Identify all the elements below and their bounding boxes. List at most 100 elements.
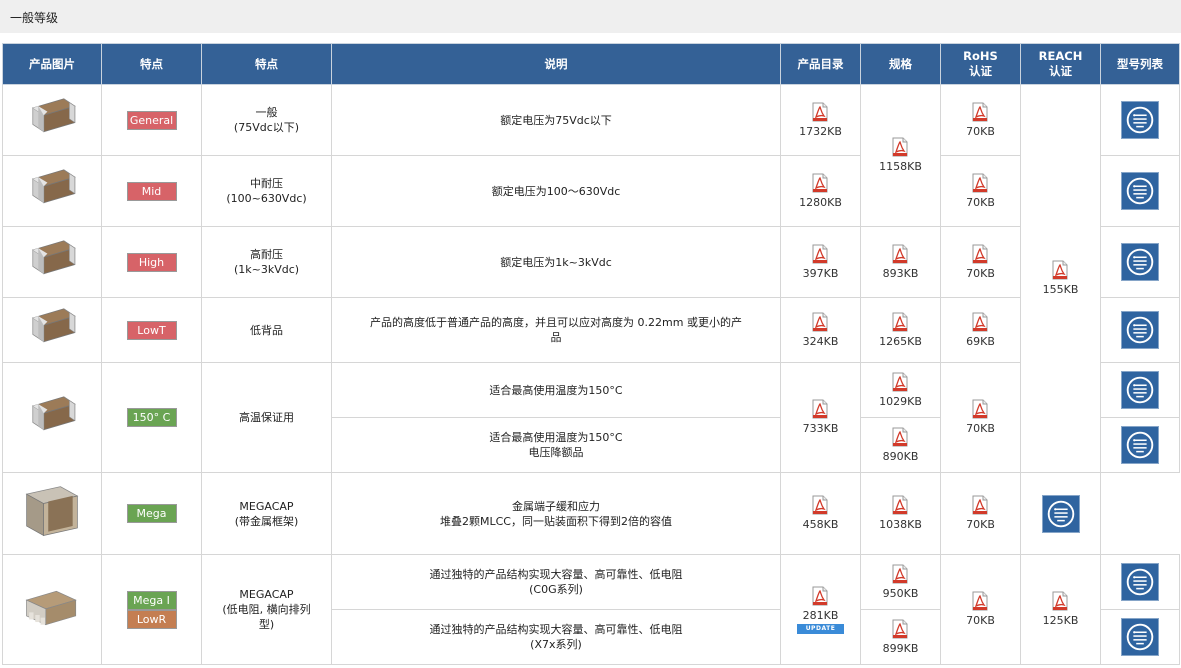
rohs-pdf-link[interactable]: 70KB: [966, 591, 995, 628]
part-number-list-icon: [1122, 564, 1158, 600]
description-cell: 产品的高度低于普通产品的高度，并且可以应对高度为 0.22mm 或更小的产品: [331, 297, 781, 363]
spec-pdf-link[interactable]: 890KB: [883, 427, 919, 464]
pdf-file-icon: [879, 312, 922, 332]
capacitor-product-image: [3, 95, 101, 145]
description-cell: 通过独特的产品结构实现大容量、高可靠性、低电阻 (X7x系列): [331, 609, 781, 665]
product-image-cell: [2, 84, 102, 156]
pdf-file-icon: [879, 372, 922, 392]
rohs-pdf-link[interactable]: 70KB: [966, 173, 995, 210]
spec-pdf-link[interactable]: 899KB: [883, 619, 918, 656]
spec-pdf-link[interactable]: 1265KB: [879, 312, 922, 349]
feature-text: 高温保证用: [201, 362, 332, 473]
feature-badge: Mega I: [126, 590, 177, 610]
part-list-button[interactable]: [1121, 311, 1159, 349]
part-number-list-icon: [1122, 619, 1158, 655]
pdf-file-icon: [966, 399, 995, 419]
description-cell: 适合最高使用温度为150°C: [331, 362, 781, 418]
pdf-file-icon: [966, 173, 995, 193]
part-number-list-icon: [1122, 372, 1158, 408]
description-cell: 额定电压为1k~3kVdc: [331, 226, 781, 298]
part-number-list-icon: [1043, 496, 1079, 532]
reach-pdf-link[interactable]: 155KB: [1043, 260, 1079, 297]
part-number-list-icon: [1122, 427, 1158, 463]
pdf-file-icon: [1043, 591, 1079, 611]
spec-pdf-link[interactable]: 893KB: [883, 244, 919, 281]
reach-pdf-link[interactable]: 125KB: [1043, 591, 1079, 628]
pdf-file-icon: [803, 312, 839, 332]
header-reach: REACH 认证: [1020, 43, 1101, 85]
catalog-pdf-link[interactable]: 458KB: [803, 495, 839, 532]
product-table: 产品图片 特点 特点 说明 产品目录 规格 RoHS 认证 REACH 认证 型号列…: [2, 43, 1180, 665]
capacitor-product-image: [3, 481, 101, 547]
capacitor-product-image: [3, 237, 101, 287]
pdf-file-icon: [1043, 260, 1079, 280]
pdf-file-icon: [799, 173, 842, 193]
part-list-button[interactable]: [1121, 243, 1159, 281]
header-rohs: RoHS 认证: [940, 43, 1021, 85]
part-list-button[interactable]: [1121, 101, 1159, 139]
part-number-list-icon: [1122, 312, 1158, 348]
feature-badge: High: [126, 252, 177, 272]
spec-pdf-link[interactable]: 1038KB: [879, 495, 922, 532]
spec-pdf-link[interactable]: 1158KB: [879, 137, 922, 174]
capacitor-product-image: [3, 305, 101, 355]
feature-badge-lowr: LowR: [126, 609, 177, 629]
feature-badge: Mega: [126, 504, 177, 523]
capacitor-product-image: [3, 393, 101, 443]
pdf-file-icon: [966, 591, 995, 611]
part-number-list-icon: [1122, 244, 1158, 280]
pdf-file-icon: [966, 244, 995, 264]
catalog-pdf-link[interactable]: 733KB: [803, 399, 838, 436]
pdf-file-icon: [879, 137, 922, 157]
pdf-file-icon: [883, 244, 919, 264]
catalog-pdf-link[interactable]: 281KB: [803, 586, 838, 623]
product-image-cell: [2, 155, 102, 227]
catalog-pdf-link[interactable]: 1732KB: [799, 102, 842, 139]
catalog-pdf-link[interactable]: 324KB: [803, 312, 839, 349]
pdf-file-icon: [879, 495, 922, 515]
capacitor-product-image: [3, 166, 101, 216]
header-list: 型号列表: [1100, 43, 1180, 85]
table-row: Mid 中耐压 (100~630Vdc) 额定电压为100～630Vdc 1280…: [2, 155, 1180, 227]
pdf-file-icon: [966, 102, 995, 122]
part-list-button[interactable]: [1121, 426, 1159, 464]
header-image: 产品图片: [2, 43, 102, 85]
feature-text: 中耐压 (100~630Vdc): [201, 155, 332, 227]
part-number-list-icon: [1122, 173, 1158, 209]
catalog-pdf-link[interactable]: 397KB: [803, 244, 838, 281]
pdf-file-icon: [799, 102, 842, 122]
part-list-button[interactable]: [1121, 172, 1159, 210]
header-spec: 规格: [860, 43, 941, 85]
pdf-file-icon: [803, 495, 839, 515]
feature-badge: General: [126, 110, 177, 130]
part-number-list-icon: [1122, 102, 1158, 138]
spec-pdf-link[interactable]: 1029KB: [879, 372, 922, 409]
header-feature-text: 特点: [201, 43, 332, 85]
part-list-button[interactable]: [1121, 563, 1159, 601]
header-feature-badge: 特点: [101, 43, 202, 85]
description-cell: 通过独特的产品结构实现大容量、高可靠性、低电阻 (C0G系列): [331, 554, 781, 610]
table-row: Mega MEGACAP (带金属框架) 金属端子缓和应力 堆叠2颗MLCC，同一贴…: [2, 472, 1180, 555]
pdf-file-icon: [883, 427, 919, 447]
rohs-pdf-link[interactable]: 70KB: [966, 399, 995, 436]
catalog-pdf-link[interactable]: 1280KB: [799, 173, 842, 210]
pdf-file-icon: [966, 495, 995, 515]
description-cell: 额定电压为75Vdc以下: [331, 84, 781, 156]
product-image-cell: [2, 472, 102, 555]
product-image-cell: [2, 554, 102, 665]
part-list-button[interactable]: [1041, 494, 1080, 533]
table-header-row: 产品图片 特点 特点 说明 产品目录 规格 RoHS 认证 REACH 认证 型号列…: [2, 43, 1180, 85]
rohs-pdf-link[interactable]: 69KB: [966, 312, 995, 349]
update-badge: UPDATE: [797, 623, 844, 634]
part-list-button[interactable]: [1121, 371, 1159, 409]
rohs-pdf-link[interactable]: 70KB: [966, 244, 995, 281]
rohs-pdf-link[interactable]: 70KB: [966, 102, 995, 139]
capacitor-product-image: [3, 579, 101, 641]
part-list-button[interactable]: [1121, 618, 1159, 656]
spec-pdf-link[interactable]: 950KB: [883, 564, 918, 601]
feature-text: MEGACAP (带金属框架): [201, 472, 332, 555]
header-description: 说明: [331, 43, 781, 85]
feature-badge: Mid: [126, 181, 177, 201]
table-row: LowT 低背品 产品的高度低于普通产品的高度，并且可以应对高度为 0.22mm…: [2, 297, 1180, 363]
rohs-pdf-link[interactable]: 70KB: [966, 495, 995, 532]
